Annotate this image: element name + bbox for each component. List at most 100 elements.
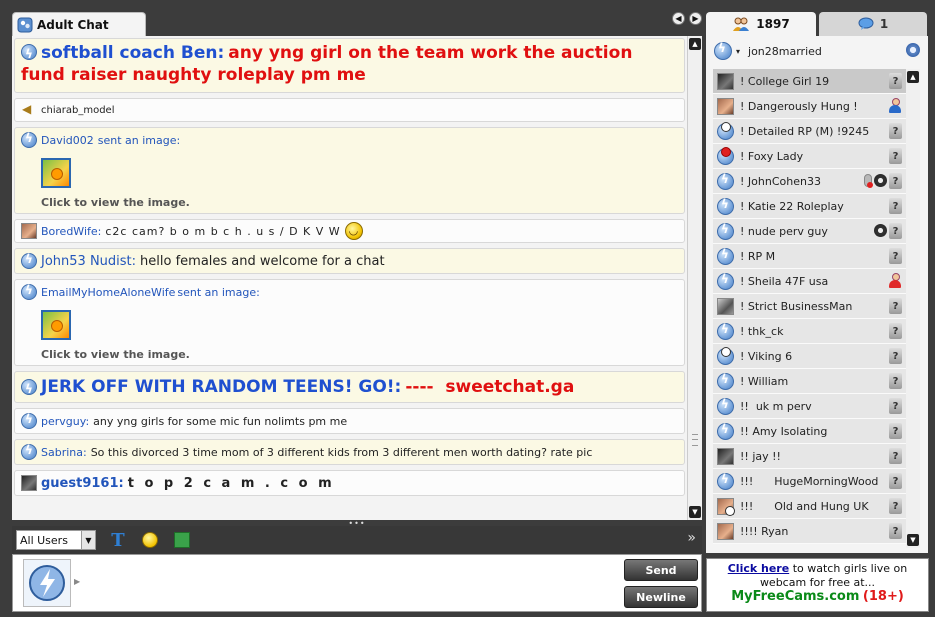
self-status-icon[interactable] <box>714 41 732 60</box>
user-list-item[interactable]: !!!! Ryan? <box>713 519 906 544</box>
male-user-icon[interactable] <box>888 98 902 113</box>
user-list-item[interactable]: ! Katie 22 Roleplay? <box>713 194 906 219</box>
unknown-profile-icon[interactable]: ? <box>889 248 902 264</box>
unknown-profile-icon[interactable]: ? <box>889 423 902 439</box>
unknown-profile-icon[interactable]: ? <box>889 173 902 189</box>
text-format-icon[interactable]: T <box>108 530 128 551</box>
message-username[interactable]: guest9161: <box>41 476 124 491</box>
user-list-item[interactable]: ! Strict BusinessMan? <box>713 294 906 319</box>
unknown-profile-icon[interactable]: ? <box>889 498 902 514</box>
user-status-icons: ? <box>889 448 902 464</box>
user-bubble-icon <box>717 247 734 265</box>
user-scroll-up-button[interactable]: ▲ <box>907 71 919 83</box>
user-list-item[interactable]: !! Amy Isolating? <box>713 419 906 444</box>
user-list-item[interactable]: ! Viking 6? <box>713 344 906 369</box>
audience-select[interactable]: All Users ▼ <box>16 530 96 550</box>
unknown-profile-icon[interactable]: ? <box>889 123 902 139</box>
message-username[interactable]: EmailMyHomeAloneWife <box>41 286 175 299</box>
send-file-button[interactable] <box>172 530 192 550</box>
emoticon-button[interactable] <box>140 530 160 550</box>
user-list-item[interactable]: ! RP M? <box>713 244 906 269</box>
user-list-item[interactable]: ! Foxy Lady? <box>713 144 906 169</box>
user-list-item[interactable]: ! William? <box>713 369 906 394</box>
scroll-down-button[interactable]: ▼ <box>689 506 701 518</box>
unknown-profile-icon[interactable]: ? <box>889 298 902 314</box>
message-text: ---- sweetchat.ga <box>405 377 575 397</box>
promo-brand[interactable]: MyFreeCams.com <box>731 589 859 604</box>
user-bubble-icon <box>717 322 734 340</box>
message-text: hello females and welcome for a chat <box>140 253 385 269</box>
tab-users[interactable]: 1897 <box>706 12 816 36</box>
join-username[interactable]: chiarab_model <box>41 105 114 116</box>
unknown-profile-icon[interactable]: ? <box>889 448 902 464</box>
promo-link[interactable]: Click here <box>728 562 789 575</box>
message-username[interactable]: JERK OFF WITH RANDOM TEENS! GO!: <box>41 376 401 398</box>
unknown-profile-icon[interactable]: ? <box>889 473 902 489</box>
user-bubble-icon <box>717 397 734 415</box>
tab-adult-chat[interactable]: Adult Chat <box>12 12 146 36</box>
view-image-link[interactable]: Click to view the image. <box>41 196 678 209</box>
unknown-profile-icon[interactable]: ? <box>889 523 902 539</box>
scroll-grip[interactable] <box>692 434 698 446</box>
message-username[interactable]: softball coach Ben: <box>41 43 224 63</box>
message-bubble-icon <box>858 17 874 30</box>
arrow-down-icon: ▼ <box>910 536 916 544</box>
more-options-icon[interactable]: » <box>687 530 696 546</box>
user-bubble-icon <box>21 131 37 148</box>
message-username[interactable]: pervguy: <box>41 415 89 428</box>
image-thumbnail-icon[interactable] <box>41 310 71 340</box>
unknown-profile-icon[interactable]: ? <box>889 223 902 239</box>
unknown-profile-icon[interactable]: ? <box>889 323 902 339</box>
promo-text: to watch girls live on <box>789 562 908 575</box>
user-list-item[interactable]: ! College Girl 19? <box>713 69 906 94</box>
user-list-item[interactable]: !! jay !!? <box>713 444 906 469</box>
chat-scrollbar[interactable]: ▲ ▼ <box>687 36 702 520</box>
prev-tab-button[interactable]: ◀ <box>672 12 685 25</box>
unknown-profile-icon[interactable]: ? <box>889 148 902 164</box>
message-username[interactable]: David002 <box>41 134 94 147</box>
unknown-profile-icon[interactable]: ? <box>889 373 902 389</box>
send-button[interactable]: Send <box>624 559 698 581</box>
webcam-icon[interactable] <box>874 224 887 237</box>
message-input-area[interactable]: ▶ Send Newline <box>12 554 702 612</box>
user-list[interactable]: ! College Girl 19? ! Dangerously Hung ! ! … <box>713 69 906 545</box>
user-list-scrollbar[interactable]: ▲ ▼ <box>906 69 920 548</box>
user-list-item[interactable]: ! Detailed RP (M) !9245? <box>713 119 906 144</box>
message-username[interactable]: John53 Nudist: <box>41 254 136 269</box>
unknown-profile-icon[interactable]: ? <box>889 73 902 89</box>
scroll-up-button[interactable]: ▲ <box>689 38 701 50</box>
user-list-item[interactable]: ! nude perv guy? <box>713 219 906 244</box>
chat-area: softball coach Ben:any yng girl on the t… <box>12 36 702 520</box>
user-name: ! William <box>740 374 789 388</box>
user-list-item[interactable]: !! uk m perv? <box>713 394 906 419</box>
own-avatar[interactable] <box>23 559 71 607</box>
user-list-item[interactable]: !!! HugeMorningWood? <box>713 469 906 494</box>
user-scroll-down-button[interactable]: ▼ <box>907 534 919 546</box>
newline-button[interactable]: Newline <box>624 586 698 608</box>
user-list-item[interactable]: ! Dangerously Hung ! <box>713 94 906 119</box>
microphone-icon <box>864 174 873 188</box>
female-user-icon[interactable] <box>888 273 902 288</box>
unknown-profile-icon[interactable]: ? <box>889 198 902 214</box>
message-list[interactable]: softball coach Ben:any yng girl on the t… <box>12 36 687 520</box>
unknown-profile-icon[interactable]: ? <box>889 398 902 414</box>
tab-messages[interactable]: 1 <box>819 12 927 36</box>
image-thumbnail-icon[interactable] <box>41 158 71 188</box>
user-status-icons: ? <box>874 223 902 239</box>
user-list-item[interactable]: ! thk_ck? <box>713 319 906 344</box>
message-image: David002 sent an image: Click to view th… <box>14 127 685 214</box>
user-list-item[interactable]: ! Sheila 47F usa <box>713 269 906 294</box>
message-username[interactable]: Sabrina: <box>41 446 87 459</box>
user-list-item[interactable]: ! JohnCohen33? <box>713 169 906 194</box>
user-list-item[interactable]: !!! Old and Hung UK? <box>713 494 906 519</box>
user-bubble-icon <box>21 252 37 269</box>
webcam-icon[interactable] <box>874 174 887 187</box>
view-image-link[interactable]: Click to view the image. <box>41 348 678 361</box>
message-username[interactable]: BoredWife: <box>41 225 101 238</box>
status-menu-arrow-icon[interactable]: ▾ <box>736 47 740 56</box>
user-avatar <box>21 223 37 239</box>
next-tab-button[interactable]: ▶ <box>689 12 702 25</box>
unknown-profile-icon[interactable]: ? <box>889 348 902 364</box>
avatar-menu-arrow-icon[interactable]: ▶ <box>74 577 80 586</box>
gear-icon[interactable] <box>906 43 920 57</box>
